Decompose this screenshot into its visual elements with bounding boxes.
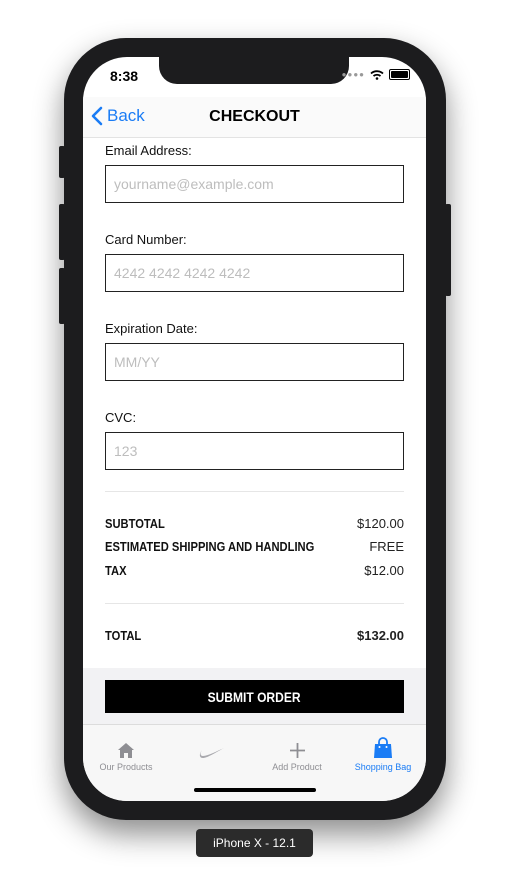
tax-value: $12.00	[364, 563, 404, 578]
page-title: CHECKOUT	[209, 108, 300, 125]
tab-shopping-bag[interactable]: Shopping Bag	[340, 737, 426, 772]
tax-row: TAX $12.00	[105, 563, 404, 578]
volume-down-button	[59, 268, 65, 324]
card-number-label: Card Number:	[105, 232, 187, 247]
tab-our-products[interactable]: Our Products	[83, 739, 169, 772]
device-label: iPhone X - 12.1	[196, 829, 313, 857]
subtotal-value: $120.00	[357, 516, 404, 531]
checkout-form: Email Address: yourname@example.com Card…	[105, 143, 404, 499]
signal-icon: ●●●●	[341, 70, 365, 79]
navigation-bar: Back CHECKOUT	[83, 97, 426, 138]
screen: 8:38 ●●●● Back CHECKOUT Email Address: y…	[83, 57, 426, 801]
divider	[105, 603, 404, 604]
subtotal-label: SUBTOTAL	[105, 516, 165, 531]
tax-label: TAX	[105, 563, 127, 578]
shipping-value: FREE	[369, 539, 404, 554]
wifi-icon	[370, 69, 384, 80]
status-icons: ●●●●	[342, 69, 410, 80]
shipping-row: ESTIMATED SHIPPING AND HANDLING FREE	[105, 539, 404, 554]
tab-label: Add Product	[272, 762, 322, 772]
cvc-label: CVC:	[105, 410, 137, 425]
submit-order-button[interactable]: SUBMIT ORDER	[105, 680, 404, 713]
notch	[159, 57, 349, 84]
email-label: Email Address:	[105, 143, 192, 158]
cvc-field[interactable]: 123	[105, 432, 404, 470]
expiration-date-field[interactable]: MM/YY	[105, 343, 404, 381]
volume-up-button	[59, 204, 65, 260]
expiration-date-label: Expiration Date:	[105, 321, 198, 336]
submit-order-label: SUBMIT ORDER	[208, 688, 301, 705]
tab-label: Our Products	[99, 762, 153, 772]
tab-brand-logo[interactable]	[169, 739, 255, 762]
divider	[105, 491, 404, 492]
submit-area: SUBMIT ORDER	[83, 668, 426, 724]
email-field[interactable]: yourname@example.com	[105, 165, 404, 203]
power-button	[445, 204, 451, 296]
status-time: 8:38	[110, 68, 139, 84]
card-number-field[interactable]: 4242 4242 4242 4242	[105, 254, 404, 292]
home-indicator	[194, 788, 316, 792]
shipping-label: ESTIMATED SHIPPING AND HANDLING	[105, 539, 315, 554]
plus-icon	[289, 743, 305, 758]
tab-add-product[interactable]: Add Product	[254, 739, 340, 772]
total-row: TOTAL $132.00	[105, 628, 404, 643]
mute-switch	[59, 146, 65, 178]
tab-label: Shopping Bag	[354, 762, 412, 772]
swoosh-logo-icon	[199, 748, 224, 758]
subtotal-row: SUBTOTAL $120.00	[105, 516, 404, 531]
battery-icon	[389, 69, 410, 80]
home-icon	[118, 743, 134, 758]
shopping-bag-icon	[374, 737, 392, 758]
total-value: $132.00	[357, 628, 404, 643]
total-label: TOTAL	[105, 628, 142, 643]
